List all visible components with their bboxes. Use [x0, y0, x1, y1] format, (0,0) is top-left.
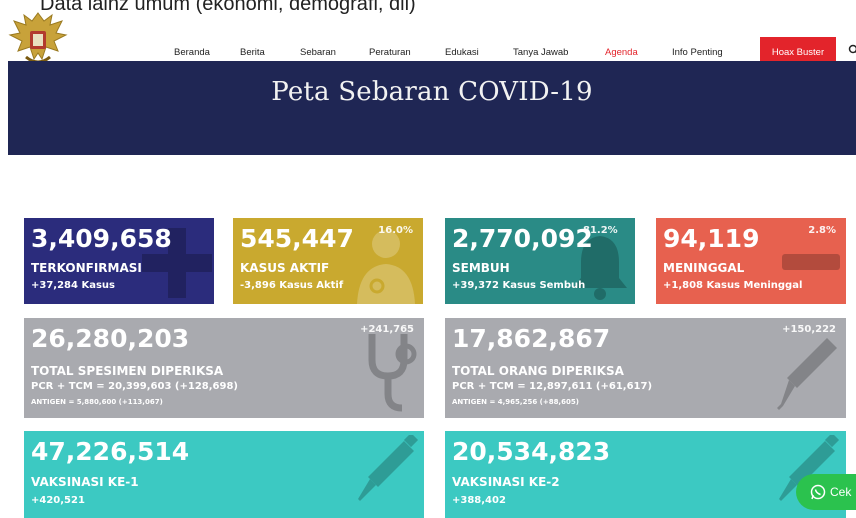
active-label: KASUS AKTIF	[240, 261, 330, 275]
search-icon[interactable]	[848, 44, 856, 56]
deaths-delta: +1,808 Kasus Meninggal	[663, 280, 803, 291]
stat-card-deaths: 2.8% 94,119 MENINGGAL +1,808 Kasus Menin…	[656, 218, 846, 304]
vaccine-1-label: VAKSINASI KE-1	[31, 475, 139, 489]
doctor-icon	[357, 230, 415, 304]
confirmed-delta: +37,284 Kasus	[31, 280, 115, 291]
vaccine-1-value: 47,226,514	[31, 437, 190, 466]
stethoscope-icon	[368, 334, 417, 412]
nav-edukasi[interactable]: Edukasi	[445, 47, 479, 58]
nav-agenda[interactable]: Agenda	[605, 47, 638, 58]
vaccine-2-label: VAKSINASI KE-2	[452, 475, 560, 489]
nav-sebaran[interactable]: Sebaran	[300, 47, 336, 58]
specimens-label: TOTAL SPESIMEN DIPERIKSA	[31, 364, 224, 378]
recovered-value: 2,770,092	[452, 224, 593, 253]
hero-banner: Peta Sebaran COVID-19	[8, 61, 856, 155]
stat-card-people-tested: +150,222 17,862,867 TOTAL ORANG DIPERIKS…	[445, 318, 846, 418]
whatsapp-icon	[810, 484, 826, 500]
specimens-delta-badge: +241,765	[360, 324, 414, 335]
confirmed-value: 3,409,658	[31, 224, 172, 253]
stat-card-vaccine-1: 47,226,514 VAKSINASI KE-1 +420,521	[24, 431, 424, 518]
people-label: TOTAL ORANG DIPERIKSA	[452, 364, 624, 378]
people-value: 17,862,867	[452, 324, 611, 353]
deaths-value: 94,119	[663, 224, 760, 253]
deaths-percentage: 2.8%	[808, 225, 836, 236]
nav-berita[interactable]: Berita	[240, 47, 265, 58]
active-percentage: 16.0%	[378, 225, 413, 236]
people-delta-badge: +150,222	[782, 324, 836, 335]
nav-beranda[interactable]: Beranda	[174, 47, 210, 58]
nav-peraturan[interactable]: Peraturan	[369, 47, 411, 58]
stat-card-vaccine-2: 20,534,823 VAKSINASI KE-2 +388,402	[445, 431, 846, 518]
confirmed-label: TERKONFIRMASI	[31, 261, 142, 275]
page-title: Peta Sebaran COVID-19	[271, 77, 593, 107]
recovered-label: SEMBUH	[452, 261, 510, 275]
vaccine-1-delta: +420,521	[31, 495, 85, 506]
stat-card-recovered: 81.2% 2,770,092 SEMBUH +39,372 Kasus Sem…	[445, 218, 635, 304]
specimens-antigen: ANTIGEN = 5,880,600 (+113,067)	[31, 398, 163, 406]
syringe-icon	[358, 435, 419, 501]
nav-tanya-jawab[interactable]: Tanya Jawab	[513, 47, 568, 58]
people-antigen: ANTIGEN = 4,965,256 (+88,605)	[452, 398, 579, 406]
vaccine-2-delta: +388,402	[452, 495, 506, 506]
active-value: 545,447	[240, 224, 354, 253]
deaths-label: MENINGGAL	[663, 261, 745, 275]
nav-info-penting[interactable]: Info Penting	[672, 47, 723, 58]
thermometer-icon	[777, 338, 837, 410]
specimens-value: 26,280,203	[31, 324, 190, 353]
vaccine-2-value: 20,534,823	[452, 437, 611, 466]
minus-icon	[782, 254, 840, 270]
page-caption: Data lainz umum (ekonomi, demografi, dll…	[40, 0, 416, 15]
whatsapp-chat-button[interactable]: Cek	[796, 474, 856, 510]
stat-card-active: 16.0% 545,447 KASUS AKTIF -3,896 Kasus A…	[233, 218, 423, 304]
active-delta: -3,896 Kasus Aktif	[240, 280, 344, 291]
specimens-pcr: PCR + TCM = 20,399,603 (+128,698)	[31, 381, 238, 392]
chat-label: Cek	[830, 485, 852, 499]
top-navbar: Beranda Berita Sebaran Peraturan Edukasi…	[8, 12, 856, 67]
stat-card-specimens: +241,765 26,280,203 TOTAL SPESIMEN DIPER…	[24, 318, 424, 418]
people-pcr: PCR + TCM = 12,897,611 (+61,617)	[452, 381, 653, 392]
recovered-delta: +39,372 Kasus Sembuh	[452, 280, 586, 291]
stat-card-confirmed: 3,409,658 TERKONFIRMASI +37,284 Kasus	[24, 218, 214, 304]
